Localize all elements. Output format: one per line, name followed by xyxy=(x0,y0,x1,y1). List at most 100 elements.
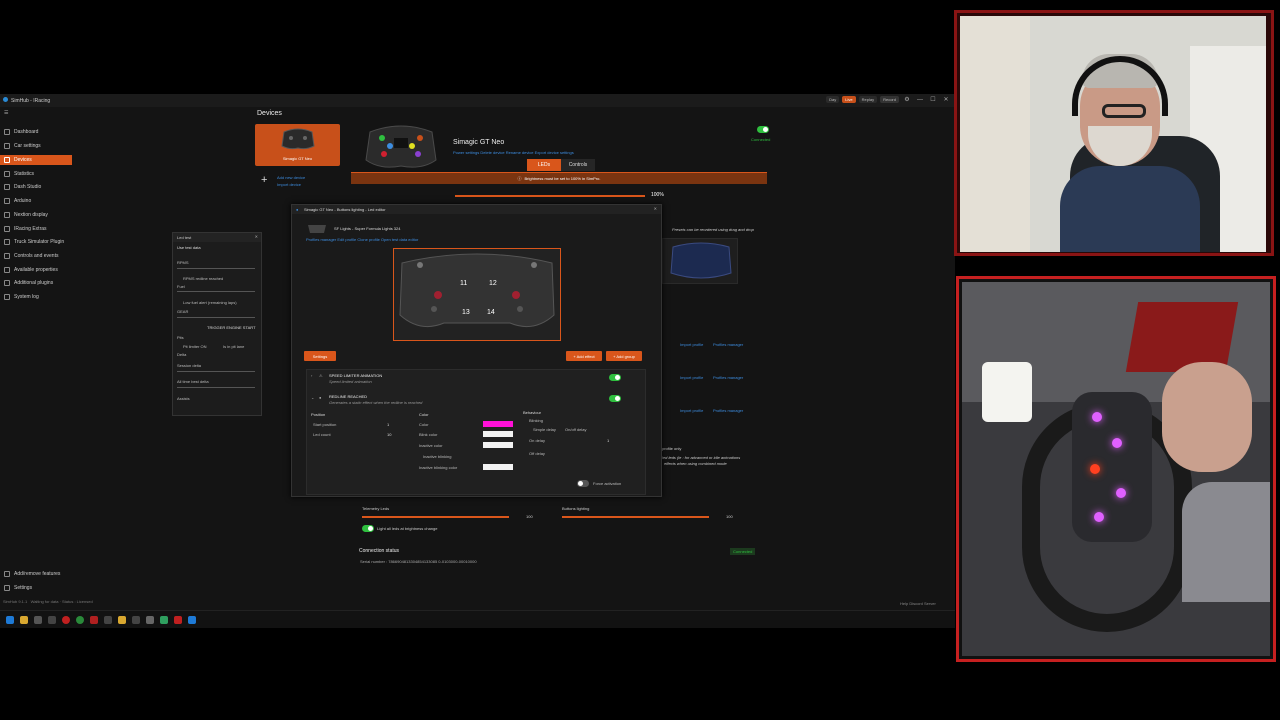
close-icon[interactable]: ✕ xyxy=(654,206,657,211)
explorer-icon[interactable] xyxy=(20,615,28,624)
effect2-title[interactable]: REDLINE REACHED xyxy=(329,394,367,399)
chrome-icon[interactable] xyxy=(76,615,84,624)
button-11-label[interactable]: 11 xyxy=(460,280,467,287)
sidebar-item-properties[interactable]: Available properties xyxy=(0,265,72,275)
primary-color-swatch[interactable] xyxy=(483,421,513,427)
sidebar-item-add-remove[interactable]: Add/remove features xyxy=(0,569,72,579)
app-icon[interactable] xyxy=(48,615,56,624)
app-icon[interactable] xyxy=(104,615,112,624)
app-icon[interactable] xyxy=(34,615,42,624)
live-button[interactable]: Live xyxy=(842,96,856,103)
button-13-label[interactable]: 13 xyxy=(462,309,470,316)
pit-limiter-checkbox[interactable]: Pit limiter ON xyxy=(183,344,207,349)
profile-name[interactable]: SF Lights - Super Formula Lights 324 xyxy=(334,226,400,231)
profiles-manager-link-3[interactable]: Profiles manager xyxy=(713,408,743,413)
effect2-toggle[interactable] xyxy=(609,395,621,402)
button-12-label[interactable]: 12 xyxy=(489,280,497,287)
telemetry-leds-value[interactable]: 100 xyxy=(526,514,533,519)
chevron-down-icon[interactable]: ⌄ xyxy=(311,395,314,400)
sidebar-item-dash-studio[interactable]: Dash Studio xyxy=(0,182,72,192)
plus-icon[interactable]: + xyxy=(261,174,267,186)
device-enabled-toggle[interactable] xyxy=(757,126,769,133)
gear-slider[interactable] xyxy=(177,317,255,318)
redline-checkbox[interactable]: RPMS redline reached xyxy=(183,276,223,281)
settings-button[interactable]: Settings xyxy=(304,351,336,361)
button-14-label[interactable]: 14 xyxy=(487,309,495,316)
simhub-task-icon[interactable] xyxy=(188,615,196,624)
led-count-value[interactable]: 10 xyxy=(387,432,391,437)
session-delta-slider[interactable] xyxy=(177,371,255,372)
simple-delay-radio[interactable]: Simple delay xyxy=(533,427,556,432)
telemetry-leds-slider[interactable] xyxy=(362,516,509,518)
rpms-slider[interactable] xyxy=(177,268,255,269)
tab-leds[interactable]: LEDs xyxy=(527,159,561,171)
add-effect-button[interactable]: + Add effect xyxy=(566,351,602,361)
record-button[interactable]: Record xyxy=(880,96,899,103)
sidebar-item-controls[interactable]: Controls and events xyxy=(0,251,72,261)
start-icon[interactable] xyxy=(6,615,14,624)
profiles-manager-link-1[interactable]: Profiles manager xyxy=(713,342,743,347)
app-icon[interactable] xyxy=(62,615,70,624)
start-position-value[interactable]: 1 xyxy=(387,422,389,427)
sidebar-item-iracing-extras[interactable]: IRacing Extras xyxy=(0,224,72,234)
sidebar-item-devices[interactable]: Devices xyxy=(0,155,72,165)
sidebar-item-settings[interactable]: Settings xyxy=(0,583,72,593)
gear-icon[interactable]: ⚙ xyxy=(902,96,912,103)
blink-color-swatch[interactable] xyxy=(483,431,513,437)
import-profile-link-1[interactable]: Import profile xyxy=(680,342,703,347)
app-icon[interactable] xyxy=(146,615,154,624)
buttons-lighting-slider[interactable] xyxy=(562,516,709,518)
use-test-data[interactable]: Use test data xyxy=(177,245,201,250)
hamburger-icon[interactable]: ☰ xyxy=(4,110,8,116)
day-button[interactable]: Day xyxy=(826,96,840,103)
in-pit-lane-checkbox[interactable]: Is in pit lane xyxy=(223,344,244,349)
sidebar-item-dashboard[interactable]: Dashboard xyxy=(0,127,72,137)
app-icon[interactable] xyxy=(174,615,182,624)
close-button[interactable]: ✕ xyxy=(941,96,951,103)
inactive-blinking-color-swatch[interactable] xyxy=(483,464,513,470)
sidebar-item-nextion[interactable]: Nextion display xyxy=(0,210,72,220)
sidebar-item-system-log[interactable]: System log xyxy=(0,292,72,302)
buttons-lighting-value[interactable]: 100 xyxy=(726,514,733,519)
import-profile-link-3[interactable]: Import profile xyxy=(680,408,703,413)
brightness-slider[interactable] xyxy=(455,195,645,197)
inactive-color-swatch[interactable] xyxy=(483,442,513,448)
replay-button[interactable]: Replay xyxy=(858,96,878,103)
blinking-checkbox[interactable]: Blinking xyxy=(529,418,543,423)
wheel-led-preview[interactable]: 11 12 13 14 xyxy=(393,248,561,341)
on-delay-value[interactable]: 1 xyxy=(607,438,609,443)
import-profile-link-2[interactable]: Import profile xyxy=(680,375,703,380)
light-all-toggle[interactable] xyxy=(362,525,374,532)
import-device-link[interactable]: Import device xyxy=(277,182,301,187)
close-icon[interactable]: ✕ xyxy=(255,234,258,239)
chevron-right-icon[interactable]: › xyxy=(311,373,312,378)
low-fuel-checkbox[interactable]: Low fuel alert (remaining laps) xyxy=(183,300,237,305)
add-new-device-link[interactable]: Add new device xyxy=(277,175,305,180)
app-icon[interactable] xyxy=(90,615,98,624)
onoff-delay-radio[interactable]: On/off delay xyxy=(565,427,587,432)
profile-links[interactable]: Profiles manager Edit profile Clone prof… xyxy=(306,237,418,242)
force-activation-toggle[interactable] xyxy=(577,480,589,487)
sidebar-item-statistics[interactable]: Statistics xyxy=(0,169,72,179)
sidebar-item-truck-plugin[interactable]: Truck Simulator Plugin xyxy=(0,237,72,247)
fuel-slider[interactable] xyxy=(177,291,255,292)
profiles-manager-link-2[interactable]: Profiles manager xyxy=(713,375,743,380)
app-icon[interactable] xyxy=(118,615,126,624)
inactive-blinking-checkbox[interactable]: Inactive blinking xyxy=(423,454,451,459)
footer-links[interactable]: Help Discord Server xyxy=(900,601,936,606)
maximize-button[interactable]: ☐ xyxy=(928,96,938,103)
add-group-button[interactable]: + Add group xyxy=(606,351,642,361)
all-time-delta-slider[interactable] xyxy=(177,387,255,388)
trigger-engine-button[interactable]: TRIGGER ENGINE START xyxy=(207,325,256,330)
sidebar-item-plugins[interactable]: Additional plugins xyxy=(0,278,72,288)
effect1-toggle[interactable] xyxy=(609,374,621,381)
minimize-button[interactable]: — xyxy=(915,97,925,103)
device-card-selected[interactable]: Simagic GT Neo xyxy=(255,124,340,166)
preset-preview[interactable] xyxy=(662,238,738,284)
app-icon[interactable] xyxy=(160,615,168,624)
tab-controls[interactable]: Controls xyxy=(561,159,595,171)
app-icon[interactable] xyxy=(132,615,140,624)
sidebar-item-car-settings[interactable]: Car settings xyxy=(0,141,72,151)
device-links[interactable]: Power settings Delete device Rename devi… xyxy=(453,150,574,155)
sidebar-item-arduino[interactable]: Arduino xyxy=(0,196,72,206)
